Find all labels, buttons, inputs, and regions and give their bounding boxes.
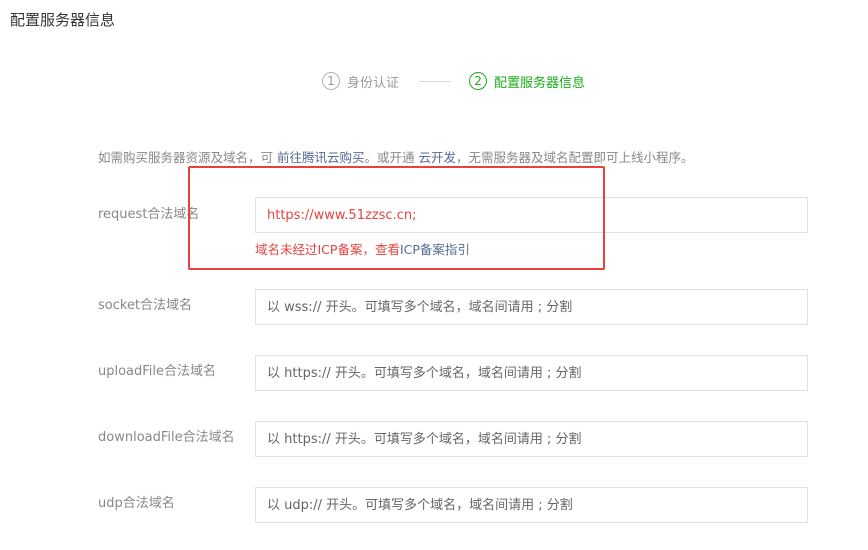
- tencent-cloud-link[interactable]: 前往腾讯云购买: [277, 150, 365, 165]
- intro-suffix: ，无需服务器及域名配置即可上线小程序。: [456, 150, 694, 165]
- socket-domain-input[interactable]: [255, 289, 808, 325]
- highlight-annotation-box: [188, 166, 605, 270]
- step-label-server-config: 配置服务器信息: [494, 75, 586, 91]
- uploadfile-domain-input[interactable]: [255, 355, 808, 391]
- intro-middle: 。或开通: [364, 150, 415, 165]
- step-number-1: 1: [322, 72, 340, 90]
- downloadfile-domain-input[interactable]: [255, 421, 808, 457]
- cloud-dev-link[interactable]: 云开发: [419, 150, 457, 165]
- step-number-2: 2: [469, 72, 488, 90]
- udp-domain-label: udp合法域名: [98, 496, 175, 511]
- uploadfile-domain-label: uploadFile合法域名: [98, 364, 217, 379]
- step-server-config: 2 配置服务器信息: [469, 72, 585, 91]
- step-identity: 1 身份认证: [322, 72, 399, 91]
- udp-domain-input[interactable]: [255, 487, 808, 523]
- page-title: 配置服务器信息: [10, 11, 116, 29]
- socket-domain-label: socket合法域名: [98, 298, 193, 313]
- request-domain-label: request合法域名: [98, 207, 200, 222]
- step-label-identity: 身份认证: [347, 75, 400, 91]
- step-divider: [419, 80, 452, 82]
- intro-text: 如需购买服务器资源及域名，可 前往腾讯云购买。或开通 云开发，无需服务器及域名配…: [98, 147, 694, 166]
- intro-prefix: 如需购买服务器资源及域名，可: [98, 150, 274, 165]
- step-indicator: 1 身份认证 2 配置服务器信息: [322, 70, 585, 92]
- downloadfile-domain-label: downloadFile合法域名: [98, 430, 235, 445]
